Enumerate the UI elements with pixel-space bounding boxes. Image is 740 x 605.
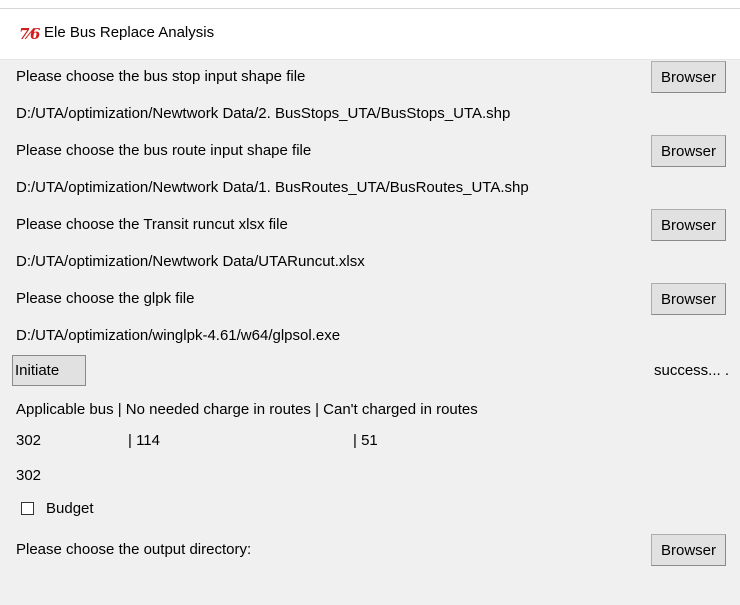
glpk-prompt: Please choose the glpk file xyxy=(16,290,195,307)
bus-route-browse-button[interactable]: Browser xyxy=(651,135,726,167)
no-charge-value: | 114 xyxy=(128,432,160,449)
bus-stop-browse-button[interactable]: Browser xyxy=(651,61,726,93)
status-text: success... . xyxy=(654,362,730,379)
applicable-bus-value: 302 xyxy=(16,432,42,449)
runcut-browse-button[interactable]: Browser xyxy=(651,209,726,241)
summary-value: 302 xyxy=(16,467,42,484)
runcut-path: D:/UTA/optimization/Newtwork Data/UTARun… xyxy=(16,253,365,270)
bus-stop-prompt: Please choose the bus stop input shape f… xyxy=(16,68,306,85)
output-browse-button[interactable]: Browser xyxy=(651,534,726,566)
results-header: Applicable bus | No needed charge in rou… xyxy=(16,401,478,418)
bus-stop-path: D:/UTA/optimization/Newtwork Data/2. Bus… xyxy=(16,105,511,122)
output-dir-prompt: Please choose the output directory: xyxy=(16,541,252,558)
glpk-browse-button[interactable]: Browser xyxy=(651,283,726,315)
bus-route-path: D:/UTA/optimization/Newtwork Data/1. Bus… xyxy=(16,179,529,196)
tk-feather-icon: 7⁄6 xyxy=(19,25,40,43)
title-bar: 7⁄6 Ele Bus Replace Analysis xyxy=(0,9,740,60)
runcut-prompt: Please choose the Transit runcut xlsx fi… xyxy=(16,216,288,233)
bus-route-prompt: Please choose the bus route input shape … xyxy=(16,142,312,159)
initiate-button[interactable]: Initiate xyxy=(12,355,86,386)
glpk-path: D:/UTA/optimization/winglpk-4.61/w64/glp… xyxy=(16,327,341,344)
budget-checkbox[interactable] xyxy=(21,502,34,515)
budget-label[interactable]: Budget xyxy=(46,499,94,519)
background-window-strip xyxy=(0,0,740,9)
cant-charge-value: | 51 xyxy=(353,432,378,449)
window-title: Ele Bus Replace Analysis xyxy=(44,24,215,41)
